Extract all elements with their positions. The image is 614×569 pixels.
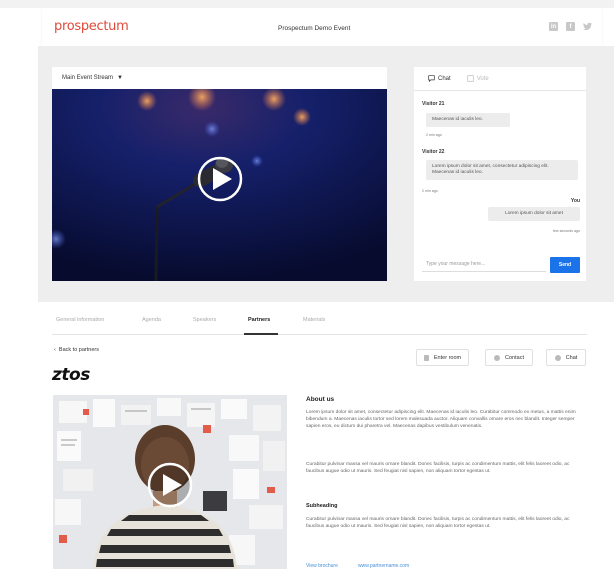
partner-chat-button[interactable]: Chat	[546, 349, 586, 366]
twitter-icon[interactable]	[583, 22, 592, 31]
message-time: few seconds ago	[553, 229, 580, 233]
tab-agenda[interactable]: Agenda	[142, 317, 161, 323]
enter-room-button[interactable]: Enter room	[416, 349, 469, 366]
message-sender: Visitor 21	[422, 101, 445, 107]
vote-icon	[467, 75, 474, 82]
browser-top-strip	[0, 0, 614, 8]
facebook-icon[interactable]: f	[566, 22, 575, 31]
subheading-paragraph: Curabitur pulvinar massa vel mauris orna…	[306, 517, 570, 529]
brand-logo[interactable]: prospectum	[54, 19, 129, 34]
site-header: prospectum Prospectum Demo Event in f	[42, 8, 602, 46]
message-sender: Visitor 22	[422, 149, 445, 155]
contact-icon	[494, 354, 501, 361]
chat-panel: Chat Vote Visitor 21 Maecenas id iaculis…	[414, 67, 586, 281]
social-links: in f	[549, 22, 592, 31]
tab-general-information[interactable]: General information	[56, 317, 104, 323]
active-tab-indicator	[244, 333, 278, 335]
message-sender-self: You	[570, 198, 580, 204]
tab-chat[interactable]: Chat	[428, 75, 451, 82]
contact-button[interactable]: Contact	[485, 349, 533, 366]
message-bubble: Maecenas id iaculis leo.	[426, 113, 510, 128]
message-time: 2 min ago	[426, 133, 442, 137]
back-label: Back to partners	[58, 347, 99, 353]
message-bubble: Lorem ipsum dolor sit amet, consectetur …	[426, 160, 578, 181]
chat-tabs: Chat Vote	[414, 67, 586, 91]
chevron-left-icon: ‹	[54, 347, 56, 353]
message-bubble-self: Lorem ipsum dolor sit amet	[488, 207, 580, 222]
linkedin-icon[interactable]: in	[549, 22, 558, 31]
chat-message-input[interactable]	[422, 257, 546, 272]
partner-video-thumbnail[interactable]	[53, 395, 287, 569]
caret-down-icon: ▼	[117, 75, 123, 81]
message-time: 2 min ago	[422, 189, 438, 193]
tab-speakers[interactable]: Speakers	[193, 317, 216, 323]
about-paragraph: Lorem ipsum dolor sit amet, consectetur …	[306, 410, 576, 429]
stream-selector[interactable]: Main Event Stream ▼	[52, 67, 387, 89]
main-video-player[interactable]	[52, 89, 387, 281]
tab-partners[interactable]: Partners	[248, 317, 270, 323]
chat-icon	[554, 354, 561, 361]
stream-card: Main Event Stream ▼	[52, 67, 387, 281]
brochure-link[interactable]: View brochure	[306, 563, 338, 569]
tab-vote-label: Vote	[476, 75, 489, 82]
website-link[interactable]: www.partnername.com	[358, 563, 409, 569]
tab-materials[interactable]: Materials	[303, 317, 325, 323]
subheading: Subheading	[306, 503, 338, 509]
event-title: Prospectum Demo Event	[278, 25, 351, 32]
door-icon	[423, 354, 429, 361]
contact-label: Contact	[505, 354, 524, 361]
stream-selector-label: Main Event Stream	[62, 75, 114, 81]
about-paragraph: Curabitur pulvinar massa vel mauris orna…	[306, 462, 570, 474]
partner-logo: ztos	[52, 365, 90, 385]
send-button[interactable]: Send	[550, 257, 580, 273]
event-tabs: General information Agenda Speakers Part…	[52, 311, 587, 335]
partner-chat-label: Chat	[565, 354, 578, 361]
about-heading: About us	[306, 396, 335, 403]
tab-vote[interactable]: Vote	[467, 75, 489, 82]
enter-room-label: Enter room	[433, 354, 462, 361]
chat-bubble-icon	[428, 75, 435, 82]
back-to-partners-link[interactable]: ‹ Back to partners	[54, 347, 99, 353]
tab-chat-label: Chat	[438, 75, 451, 82]
